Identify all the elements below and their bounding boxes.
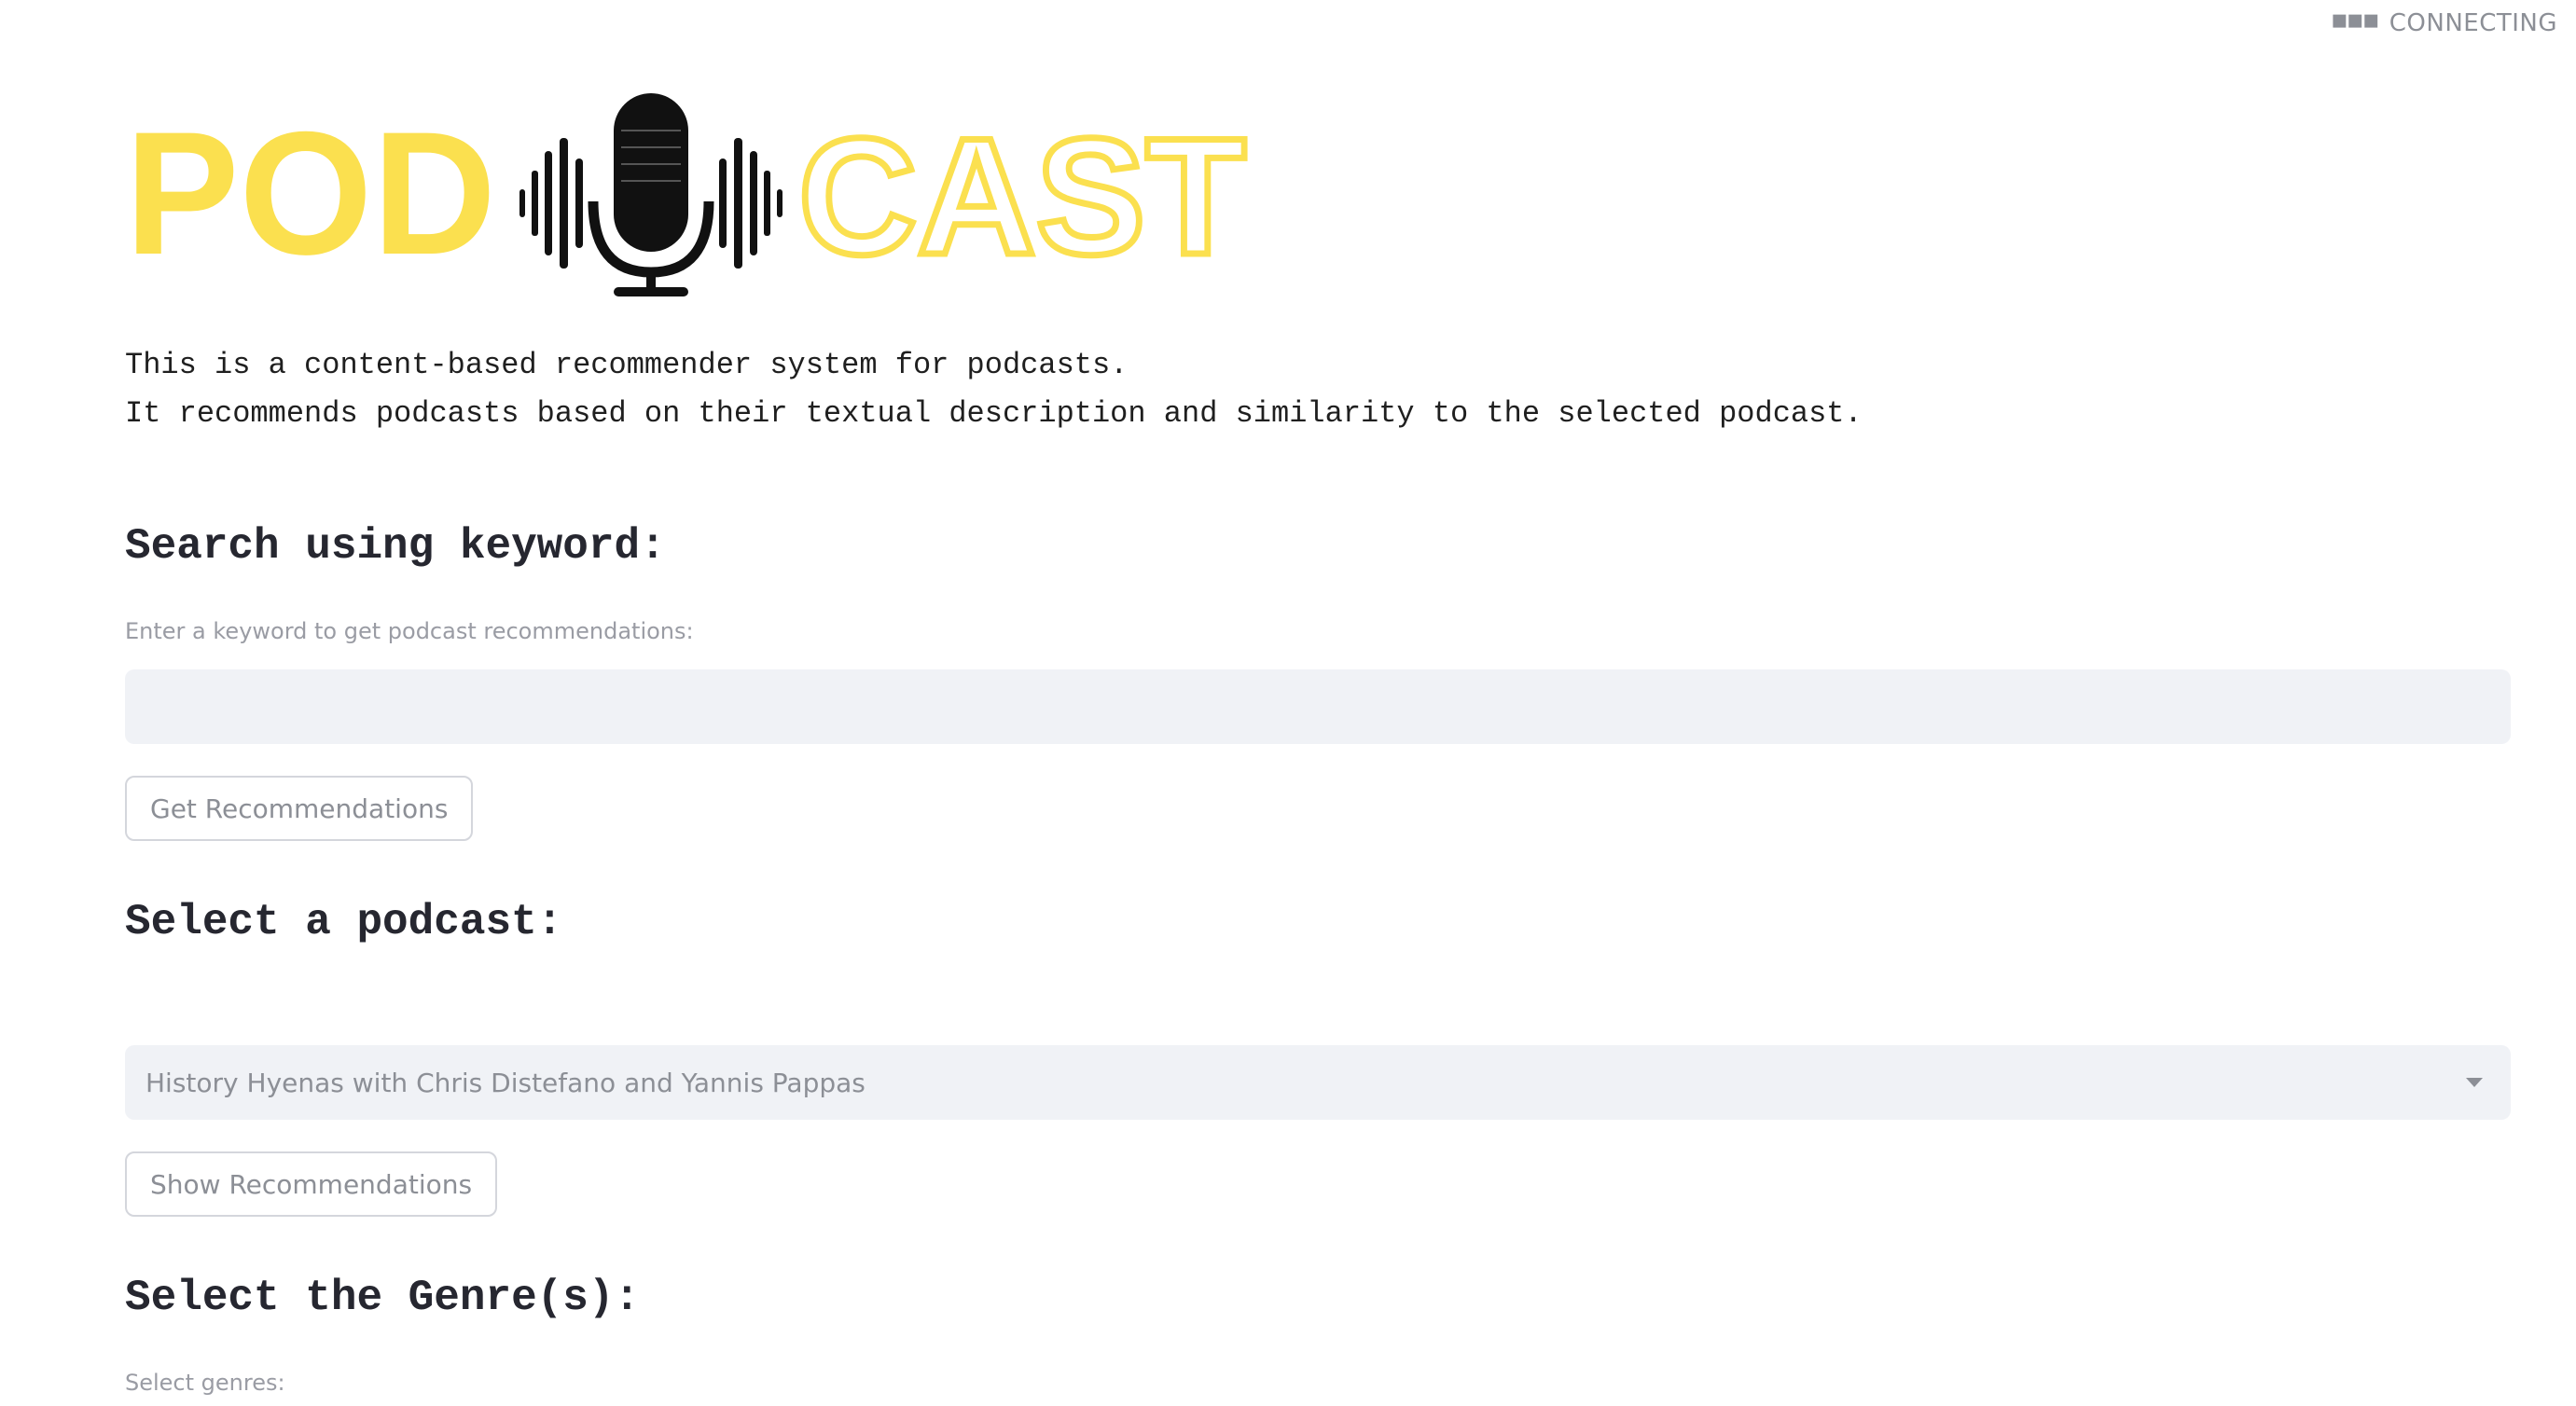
logo-pod-text: POD <box>125 95 496 291</box>
connection-status: ▪▪▪ CONNECTING <box>2330 4 2557 38</box>
keyword-search-input[interactable] <box>125 669 2511 744</box>
podcast-select-value: History Hyenas with Chris Distefano and … <box>145 1067 866 1098</box>
microphone-soundwave-icon <box>519 93 782 296</box>
dots-icon: ▪▪▪ <box>2330 4 2380 34</box>
select-podcast-heading: Select a podcast: <box>125 898 563 946</box>
podcast-logo: POD CAST <box>125 93 1253 303</box>
show-recommendations-button[interactable]: Show Recommendations <box>125 1151 498 1217</box>
genre-select-label: Select genres: <box>125 1370 285 1396</box>
intro-text: This is a content-based recommender syst… <box>125 341 1863 438</box>
intro-line-1: This is a content-based recommender syst… <box>125 348 1129 382</box>
intro-line-2: It recommends podcasts based on their te… <box>125 396 1863 431</box>
logo-cast-text: CAST <box>798 103 1246 289</box>
keyword-search-heading: Search using keyword: <box>125 522 666 571</box>
get-recommendations-button[interactable]: Get Recommendations <box>125 776 474 841</box>
podcast-select[interactable]: History Hyenas with Chris Distefano and … <box>125 1045 2511 1120</box>
chevron-down-icon <box>2466 1078 2483 1087</box>
keyword-input-label: Enter a keyword to get podcast recommend… <box>125 618 694 644</box>
connection-status-text: CONNECTING <box>2389 8 2557 37</box>
select-genre-heading: Select the Genre(s): <box>125 1274 641 1322</box>
